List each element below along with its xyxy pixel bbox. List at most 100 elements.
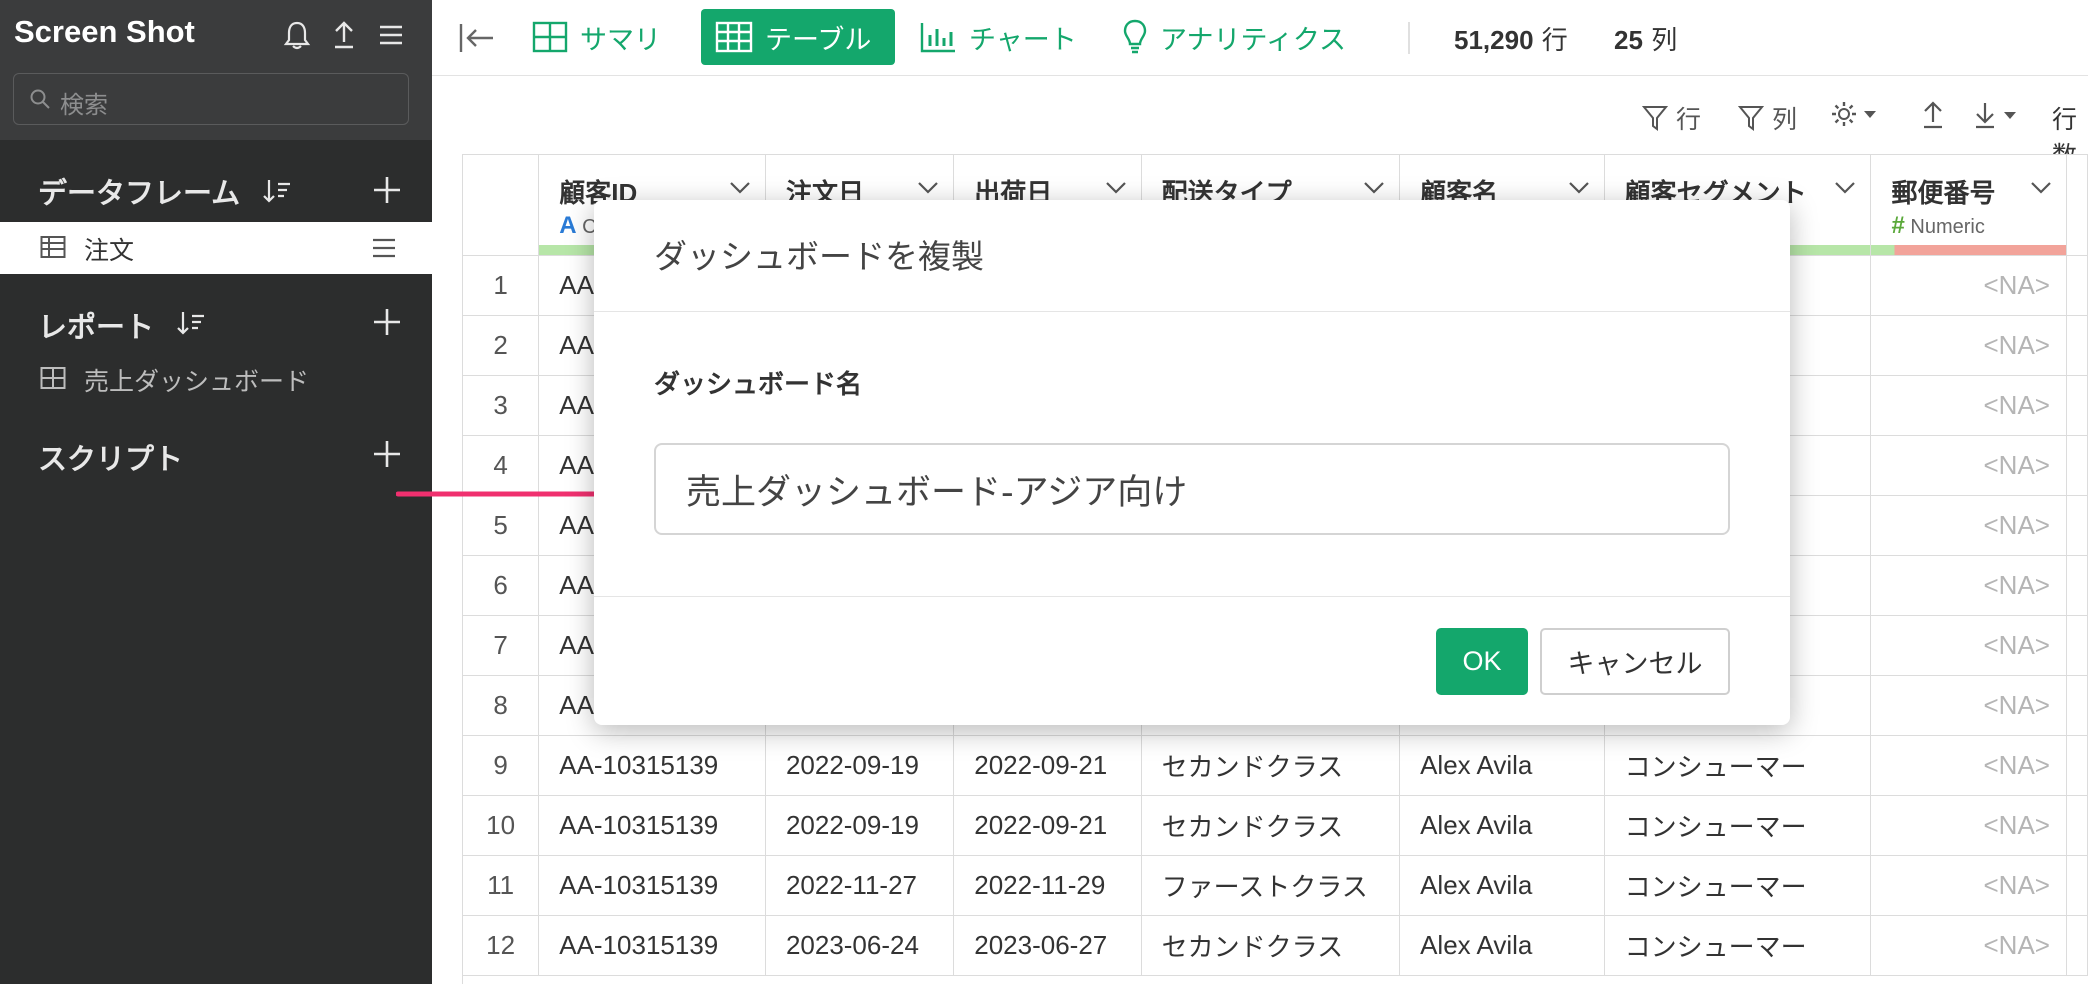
table-cell[interactable]: AA-10315139 (538, 735, 766, 796)
upload-icon[interactable] (327, 18, 361, 52)
sort-icon[interactable] (176, 308, 206, 338)
table-cell[interactable]: セカンドクラス (1141, 735, 1401, 796)
row-number: 3 (463, 375, 540, 436)
dataframes-section-title: データフレーム (38, 176, 241, 210)
search-input[interactable]: 検索 (13, 73, 409, 125)
dialog-title: ダッシュボードを複製 (654, 237, 984, 276)
chevron-down-icon[interactable] (1105, 181, 1127, 195)
chevron-down-icon[interactable] (1834, 181, 1856, 195)
table-cell[interactable]: Alex Avila (1399, 915, 1605, 976)
table-cell[interactable]: <NA> (1870, 675, 2067, 736)
dashboard-name-input[interactable] (654, 443, 1730, 535)
table-cell[interactable]: Alex Avila (1399, 735, 1605, 796)
settings-dropdown[interactable] (1830, 100, 1878, 128)
table-cell[interactable]: <NA> (1870, 435, 2067, 496)
collapse-sidebar-icon[interactable] (458, 21, 496, 55)
lightbulb-icon (1123, 19, 1147, 54)
row-number: 2 (463, 315, 540, 376)
add-dataframe-icon[interactable] (370, 173, 404, 207)
column-type: # Numeric (1891, 212, 1984, 240)
table-cell[interactable]: ファーストクラス (1141, 855, 1401, 916)
cols-count-value: 25 (1614, 25, 1643, 55)
tab-summary[interactable]: サマリ (518, 9, 675, 65)
dialog-divider (594, 311, 1790, 312)
table-cell[interactable]: 2022-09-21 (953, 735, 1142, 796)
sidebar-header: Screen Shot 検索 (0, 0, 432, 140)
chevron-down-icon[interactable] (2030, 181, 2052, 195)
table-cell[interactable]: Alex Avila (1399, 855, 1605, 916)
table-cell[interactable]: 2022-09-21 (953, 795, 1142, 856)
table-cell[interactable]: 2022-11-27 (765, 855, 955, 916)
cancel-button[interactable]: キャンセル (1540, 628, 1730, 695)
col-filter-button[interactable]: 列 (1738, 100, 1797, 136)
table-icon (715, 21, 753, 53)
column-header[interactable]: 郵便番号 # Numeric (1870, 155, 2067, 256)
table-cell[interactable]: <NA> (1870, 255, 2067, 316)
table-row: 10 AA-10315139 2022-09-19 2022-09-21 セカンドクラス… (463, 795, 2088, 856)
table-cell[interactable]: Alex Avila (1399, 795, 1605, 856)
add-report-icon[interactable] (370, 305, 404, 339)
export-button[interactable] (1920, 100, 1946, 130)
menu-icon[interactable] (374, 18, 408, 52)
sidebar-item-dataframe[interactable]: 注文 (0, 222, 432, 274)
rows-unit: 行 (1541, 26, 1568, 56)
table-cell[interactable]: <NA> (1870, 315, 2067, 376)
bell-icon[interactable] (280, 18, 314, 52)
row-number: 8 (463, 675, 540, 736)
sidebar-item-report[interactable]: 売上ダッシュボード (0, 362, 432, 402)
filter-icon (1738, 106, 1764, 131)
row-filter-button[interactable]: 行 (1642, 100, 1701, 136)
ok-button[interactable]: OK (1436, 628, 1528, 695)
table-cell[interactable]: <NA> (1870, 375, 2067, 436)
table-cell[interactable]: コンシューマー (1604, 855, 1872, 916)
table-cell-empty (2066, 495, 2088, 556)
download-icon (1976, 103, 1994, 129)
table-cell[interactable]: 2023-06-27 (953, 915, 1142, 976)
table-cell[interactable]: <NA> (1870, 735, 2067, 796)
table-cell[interactable]: <NA> (1870, 855, 2067, 916)
character-type-icon: A (559, 212, 577, 239)
caret-down-icon (1864, 111, 1876, 118)
item-menu-icon[interactable] (370, 236, 398, 260)
sidebar-item-label: 注文 (84, 236, 135, 265)
table-cell[interactable]: AA-10315139 (538, 795, 766, 856)
table-cell[interactable]: <NA> (1870, 915, 2067, 976)
row-filter-label: 行 (1676, 105, 1702, 134)
table-cell-empty (2066, 435, 2088, 496)
tab-table[interactable]: テーブル (701, 9, 895, 65)
table-cell[interactable]: セカンドクラス (1141, 915, 1401, 976)
table-cell[interactable]: AA-10315139 (538, 915, 766, 976)
table-cell[interactable]: <NA> (1870, 615, 2067, 676)
table-cell[interactable]: 2022-09-19 (765, 795, 955, 856)
sort-icon[interactable] (262, 176, 292, 206)
table-cell[interactable]: AA-10315139 (538, 855, 766, 916)
column-name: 郵便番号 (1891, 178, 1996, 208)
import-dropdown[interactable] (1972, 100, 2018, 130)
column-type-label: Numeric (1910, 216, 1985, 238)
chevron-down-icon[interactable] (917, 181, 939, 195)
tab-analytics[interactable]: アナリティクス (1108, 9, 1360, 65)
table-cell[interactable]: 2023-06-24 (765, 915, 955, 976)
table-cell[interactable]: セカンドクラス (1141, 795, 1401, 856)
table-cell[interactable]: コンシューマー (1604, 795, 1872, 856)
table-cell[interactable]: 2022-11-29 (953, 855, 1142, 916)
table-row: 9 AA-10315139 2022-09-19 2022-09-21 セカンドクラス A… (463, 735, 2088, 796)
table-cell[interactable]: <NA> (1870, 795, 2067, 856)
table-subtoolbar: 行 列 行数 (432, 88, 2088, 170)
table-cell-empty (2066, 675, 2088, 736)
tab-chart[interactable]: チャート (905, 9, 1091, 65)
chevron-down-icon[interactable] (729, 181, 751, 195)
column-quality-bar (1871, 244, 2066, 254)
table-cell[interactable]: <NA> (1870, 495, 2067, 556)
chevron-down-icon[interactable] (1568, 181, 1590, 195)
table-row: 12 AA-10315139 2023-06-24 2023-06-27 セカンドクラス… (463, 915, 2088, 976)
chevron-down-icon[interactable] (1363, 181, 1385, 195)
tab-label: アナリティクス (1160, 24, 1347, 56)
table-cell[interactable]: 2022-09-19 (765, 735, 955, 796)
table-cell-empty (2066, 555, 2088, 616)
sidebar-item-label: 売上ダッシュボード (84, 367, 310, 396)
upload-icon (1924, 101, 1942, 129)
table-cell[interactable]: コンシューマー (1604, 735, 1872, 796)
table-cell[interactable]: <NA> (1870, 555, 2067, 616)
table-cell[interactable]: コンシューマー (1604, 915, 1872, 976)
